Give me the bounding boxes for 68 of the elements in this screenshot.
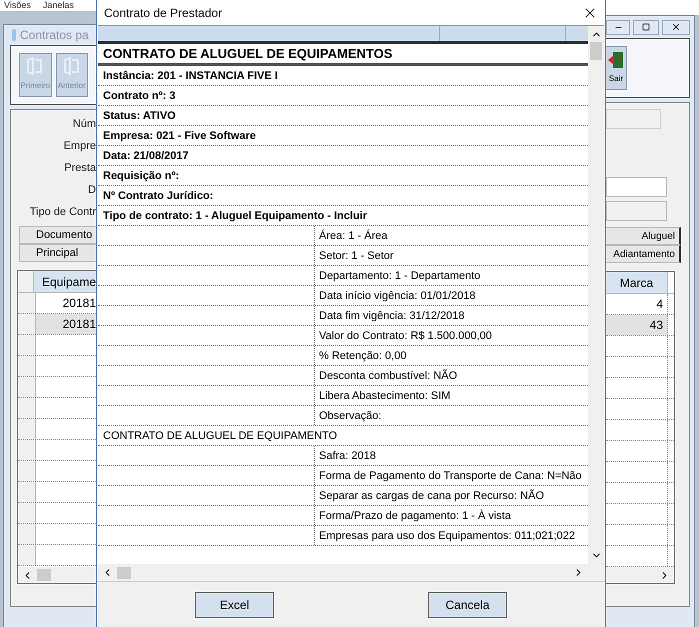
row-header[interactable] [18,524,36,544]
report-line: Data: 21/08/2017 [102,148,190,164]
dialog-button[interactable]: Excel [195,592,274,618]
tab[interactable]: Documento [19,226,96,244]
report-line: Nº Contrato Jurídico: [102,188,214,204]
row-header[interactable] [18,356,36,376]
row-header[interactable] [18,545,36,565]
report-line: Instância: 201 - INSTANCIA FIVE I [102,68,279,84]
field-label: Empre [64,139,96,154]
field-label: Núm [72,117,96,132]
app-logo-icon [12,29,16,41]
report-line: Área: 1 - Área [318,228,388,244]
field-label: D [88,183,96,198]
door-icon [62,56,82,76]
report-line: Setor: 1 - Setor [318,248,395,264]
report-line: Forma de Pagamento do Transporte de Cana: N=Não [318,468,583,484]
row-header[interactable] [18,440,36,460]
table-cell: 43 [606,315,668,335]
report-line: % Retenção: 0,00 [318,348,408,364]
row-header[interactable] [18,461,36,481]
report-line: Valor do Contrato: R$ 1.500.000,00 [318,328,493,344]
tab[interactable]: Principal [19,244,96,262]
table-cell: 20181 [36,314,96,334]
report-line: Libera Abastecimento: SIM [318,388,452,404]
report-line: Safra: 2018 [318,448,377,464]
menu-item[interactable]: Janelas [42,0,74,11]
text-field[interactable] [606,109,661,129]
report-line: Empresas para uso dos Equipamentos: 011;021;022 [318,528,576,544]
text-field[interactable] [606,177,667,197]
field-label: Tipo de Contr [30,205,96,220]
report-title: CONTRATO DE ALUGUEL DE EQUIPAMENTOS [102,44,394,63]
row-header[interactable] [18,503,36,523]
scrollbar-thumb[interactable] [37,569,51,581]
report-line: Separar as cargas de cana por Recurso: NÃO [318,488,546,504]
report-line: Tipo de contrato: 1 - Aluguel Equipamento - Incluir [102,208,368,224]
report-line: Empresa: 021 - Five Software [102,128,257,144]
report-line: Forma/Prazo de pagamento: 1 - À vista [318,508,512,524]
tab[interactable]: Aluguel [606,227,681,245]
report-line: Requisição nº: [102,168,180,184]
column-header: Marca [606,272,668,293]
scrollbar-thumb[interactable] [590,42,602,60]
exit-door-icon [608,51,624,69]
dialog-button[interactable]: Cancela [428,592,507,618]
report-line: Desconta combustível: NÃO [318,368,458,384]
exit-button[interactable]: Sair [606,46,627,90]
field-label: Presta [64,161,96,176]
row-header[interactable] [18,377,36,397]
row-header[interactable] [18,482,36,502]
scrollbar-thumb[interactable] [117,566,131,578]
window-title: Contratos pa [20,27,89,44]
report-line: Data fim vigência: 31/12/2018 [318,308,466,324]
row-header[interactable] [18,398,36,418]
text-field[interactable] [606,201,667,221]
row-header[interactable] [18,419,36,439]
report-line: Departamento: 1 - Departamento [318,268,482,284]
section-heading: CONTRATO DE ALUGUEL DE EQUIPAMENTO [102,428,338,444]
tab[interactable]: Adiantamento [606,245,681,263]
row-header[interactable] [18,314,36,334]
row-header[interactable] [18,335,36,355]
maximize-icon[interactable] [633,20,659,34]
row-header[interactable] [18,293,36,313]
menu-item[interactable]: Visões [4,0,31,11]
column-header: Equipame [34,271,96,292]
dialog-title: Contrato de Prestador [104,4,222,22]
report-line: Contrato nº: 3 [102,88,176,104]
report-line: Observação: [318,408,382,424]
report-line: Data início vigência: 01/01/2018 [318,288,477,304]
report-line: Status: ATIVO [102,108,177,124]
